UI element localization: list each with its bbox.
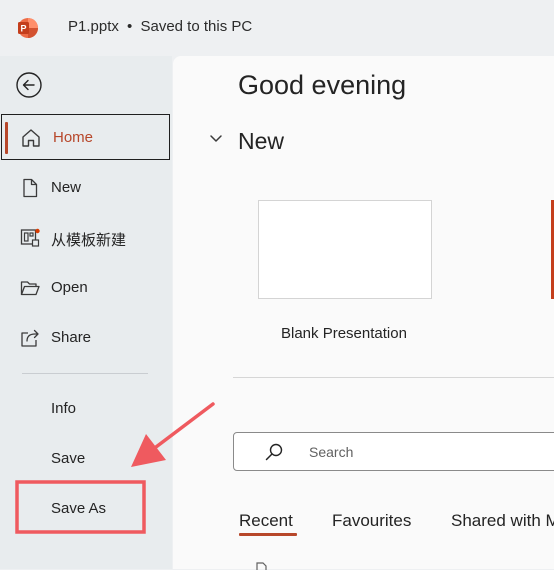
new-document-icon [23, 178, 38, 198]
sidebar-item-home[interactable]: Home [1, 114, 170, 160]
search-placeholder: Search [309, 444, 354, 460]
search-icon [265, 443, 283, 461]
sidebar-item-share[interactable]: Share [0, 314, 172, 362]
back-arrow-icon[interactable] [15, 71, 43, 99]
sidebar-item-label: Home [53, 129, 94, 146]
selected-tab-indicator [239, 533, 297, 536]
sidebar-divider [22, 373, 148, 374]
home-icon [22, 129, 40, 147]
sidebar-item-save-as[interactable]: Save As [51, 500, 106, 517]
tab-recent[interactable]: Recent [239, 511, 293, 531]
sidebar-item-label: 从模板新建 [51, 232, 127, 249]
section-divider [233, 377, 554, 378]
document-name: P1.pptx [68, 18, 119, 35]
search-input[interactable]: Search [233, 432, 554, 471]
blank-presentation-thumbnail[interactable] [258, 200, 432, 299]
chevron-down-icon[interactable] [209, 134, 223, 144]
tab-favourites[interactable]: Favourites [332, 511, 411, 531]
backstage-main: Good evening New Blank Presentation Sear… [173, 56, 554, 570]
sidebar-item-open[interactable]: Open [0, 264, 172, 312]
new-section-heading: New [238, 128, 285, 154]
save-status: Saved to this PC [140, 18, 253, 35]
sidebar-item-label: New [51, 179, 82, 196]
sidebar-item-new[interactable]: New [0, 164, 172, 212]
title-bar: P P1.pptx • Saved to this PC [0, 0, 554, 56]
sidebar-item-info[interactable]: Info [51, 400, 76, 417]
sidebar-item-label: Open [51, 279, 88, 296]
share-icon [21, 329, 39, 347]
greeting-heading: Good evening [238, 70, 407, 100]
document-title: P1.pptx • Saved to this PC [68, 18, 252, 35]
blank-presentation-label[interactable]: Blank Presentation [281, 325, 407, 342]
svg-text:P: P [20, 24, 26, 34]
sidebar-item-from-template[interactable]: 从模板新建 [0, 214, 172, 262]
tab-shared-with-me[interactable]: Shared with M [451, 511, 554, 531]
folder-open-icon [20, 281, 40, 296]
sidebar-item-label: Share [51, 329, 92, 346]
powerpoint-logo-icon: P [18, 18, 38, 38]
selected-indicator [5, 122, 8, 154]
template-icon [20, 228, 40, 247]
sidebar-item-save[interactable]: Save [51, 450, 85, 467]
backstage-sidebar: Home New 从模板新建 Open Share Info Save Save… [0, 56, 172, 569]
title-separator: • [127, 18, 133, 35]
